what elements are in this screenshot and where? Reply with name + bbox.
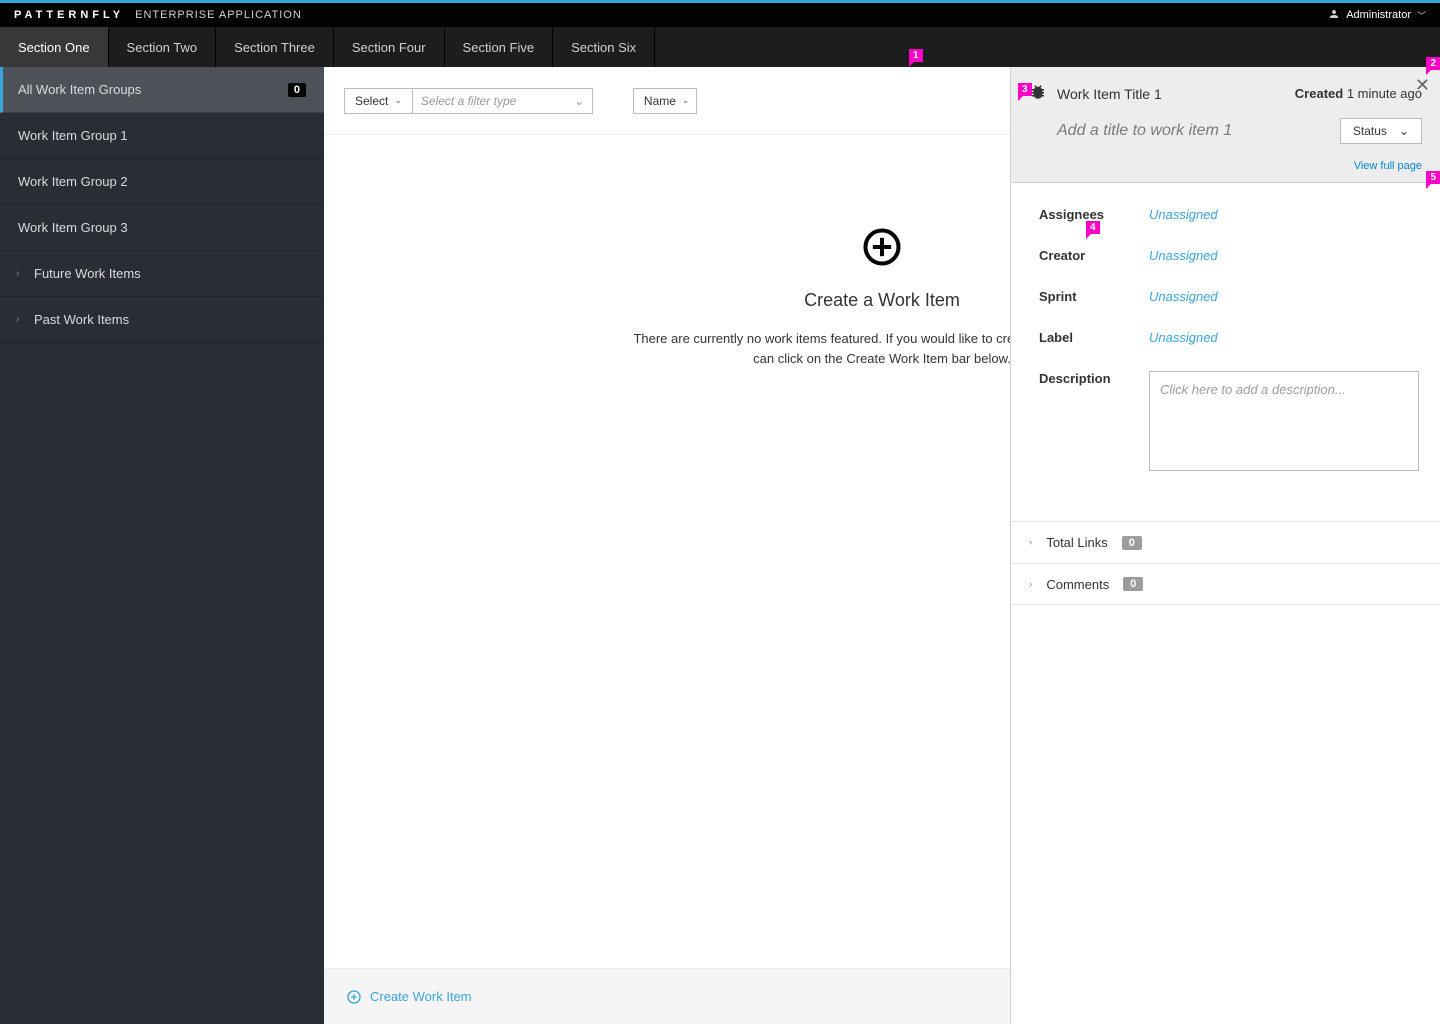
brand-sub: ENTERPRISE APPLICATION — [135, 9, 302, 21]
annotation-marker-1: 1 — [909, 49, 923, 62]
chevron-down-icon: ⌄ — [574, 94, 584, 108]
sidebar-item-label: All Work Item Groups — [18, 82, 141, 97]
chevron-down-icon: ⌄ — [682, 95, 690, 106]
accordion-label: Comments — [1046, 577, 1109, 592]
chevron-right-icon: › — [16, 314, 19, 325]
chevron-down-icon: ⌄ — [1399, 124, 1409, 138]
sidebar-item-group-2[interactable]: Work Item Group 2 — [0, 159, 324, 205]
sidebar-item-group-3[interactable]: Work Item Group 3 — [0, 205, 324, 251]
panel-header: ✕ Work Item Title 1 Created 1 minute ago… — [1011, 67, 1440, 183]
sidebar-item-label: Work Item Group 1 — [18, 128, 128, 143]
sidebar-item-group-1[interactable]: Work Item Group 1 — [0, 113, 324, 159]
annotation-marker-3: 3 — [1018, 83, 1032, 96]
sidebar-item-future[interactable]: › Future Work Items — [0, 251, 324, 297]
count-badge: 0 — [288, 83, 306, 97]
annotation-marker-4: 4 — [1086, 221, 1100, 234]
work-item-title: Work Item Title 1 — [1057, 86, 1162, 102]
field-label-description: Description — [1039, 371, 1149, 386]
nav-section-two[interactable]: Section Two — [109, 27, 217, 67]
field-value-creator[interactable]: Unassigned — [1149, 248, 1218, 263]
select-dropdown[interactable]: Select ⌄ — [344, 88, 413, 114]
primary-nav: Section One Section Two Section Three Se… — [0, 27, 1440, 67]
count-badge: 0 — [1122, 536, 1142, 550]
create-work-item-label: Create Work Item — [370, 989, 472, 1004]
sidebar-item-past[interactable]: › Past Work Items — [0, 297, 324, 343]
annotation-marker-2: 2 — [1426, 57, 1440, 70]
user-menu[interactable]: Administrator ﹀ — [1328, 8, 1426, 23]
description-input[interactable]: Click here to add a description... — [1149, 371, 1419, 471]
accordion-label: Total Links — [1046, 535, 1107, 550]
nav-section-five[interactable]: Section Five — [445, 27, 554, 67]
user-icon — [1328, 8, 1340, 23]
sidebar-item-label: Past Work Items — [34, 312, 129, 327]
title-input-placeholder[interactable]: Add a title to work item 1 — [1057, 122, 1232, 140]
count-badge: 0 — [1123, 577, 1143, 591]
accordion-total-links[interactable]: › Total Links 0 — [1011, 521, 1440, 563]
accordion-comments[interactable]: › Comments 0 — [1011, 563, 1440, 605]
chevron-down-icon: ⌄ — [394, 95, 402, 106]
field-label-label: Label — [1039, 330, 1149, 345]
annotation-marker-5: 5 — [1426, 171, 1440, 184]
chevron-right-icon: › — [16, 268, 19, 279]
view-full-page-link[interactable]: View full page — [1354, 160, 1422, 172]
nav-section-four[interactable]: Section Four — [334, 27, 445, 67]
field-value-sprint[interactable]: Unassigned — [1149, 289, 1218, 304]
filter-group: Select ⌄ Select a filter type ⌄ — [344, 88, 593, 114]
sidebar-item-all-groups[interactable]: All Work Item Groups 0 — [0, 67, 324, 113]
sidebar-item-label: Work Item Group 2 — [18, 174, 128, 189]
field-value-assignees[interactable]: Unassigned — [1149, 207, 1218, 222]
status-dropdown[interactable]: Status ⌄ — [1340, 118, 1422, 144]
panel-body: Assignees Unassigned Creator Unassigned … — [1011, 183, 1440, 521]
plus-circle-icon — [860, 225, 904, 272]
create-work-item-button[interactable]: Create Work Item — [346, 989, 472, 1005]
field-value-label[interactable]: Unassigned — [1149, 330, 1218, 345]
user-name: Administrator — [1346, 9, 1411, 21]
nav-section-six[interactable]: Section Six — [553, 27, 655, 67]
brand-name: PATTERNFLY — [14, 9, 124, 21]
bug-icon — [1029, 83, 1047, 104]
nav-section-one[interactable]: Section One — [0, 27, 109, 67]
sidebar: All Work Item Groups 0 Work Item Group 1… — [0, 67, 324, 1024]
sort-dropdown[interactable]: Name ⌄ — [633, 88, 697, 114]
sidebar-item-label: Work Item Group 3 — [18, 220, 128, 235]
empty-state-title: Create a Work Item — [804, 290, 960, 311]
nav-section-three[interactable]: Section Three — [216, 27, 334, 67]
filter-type-select[interactable]: Select a filter type ⌄ — [413, 88, 593, 114]
chevron-right-icon: › — [1029, 579, 1032, 590]
field-label-sprint: Sprint — [1039, 289, 1149, 304]
chevron-down-icon: ﹀ — [1417, 9, 1426, 22]
content-area: All Work Item Groups 0 Work Item Group 1… — [0, 67, 1440, 1024]
created-timestamp: Created 1 minute ago — [1295, 86, 1422, 101]
brand: PATTERNFLY ENTERPRISE APPLICATION — [14, 9, 302, 21]
field-label-assignees: Assignees — [1039, 207, 1149, 222]
masthead: PATTERNFLY ENTERPRISE APPLICATION Admini… — [0, 3, 1440, 27]
field-label-creator: Creator — [1039, 248, 1149, 263]
close-icon[interactable]: ✕ — [1415, 75, 1430, 96]
chevron-right-icon: › — [1029, 537, 1032, 548]
detail-panel: ✕ Work Item Title 1 Created 1 minute ago… — [1010, 67, 1440, 1024]
sidebar-item-label: Future Work Items — [34, 266, 141, 281]
